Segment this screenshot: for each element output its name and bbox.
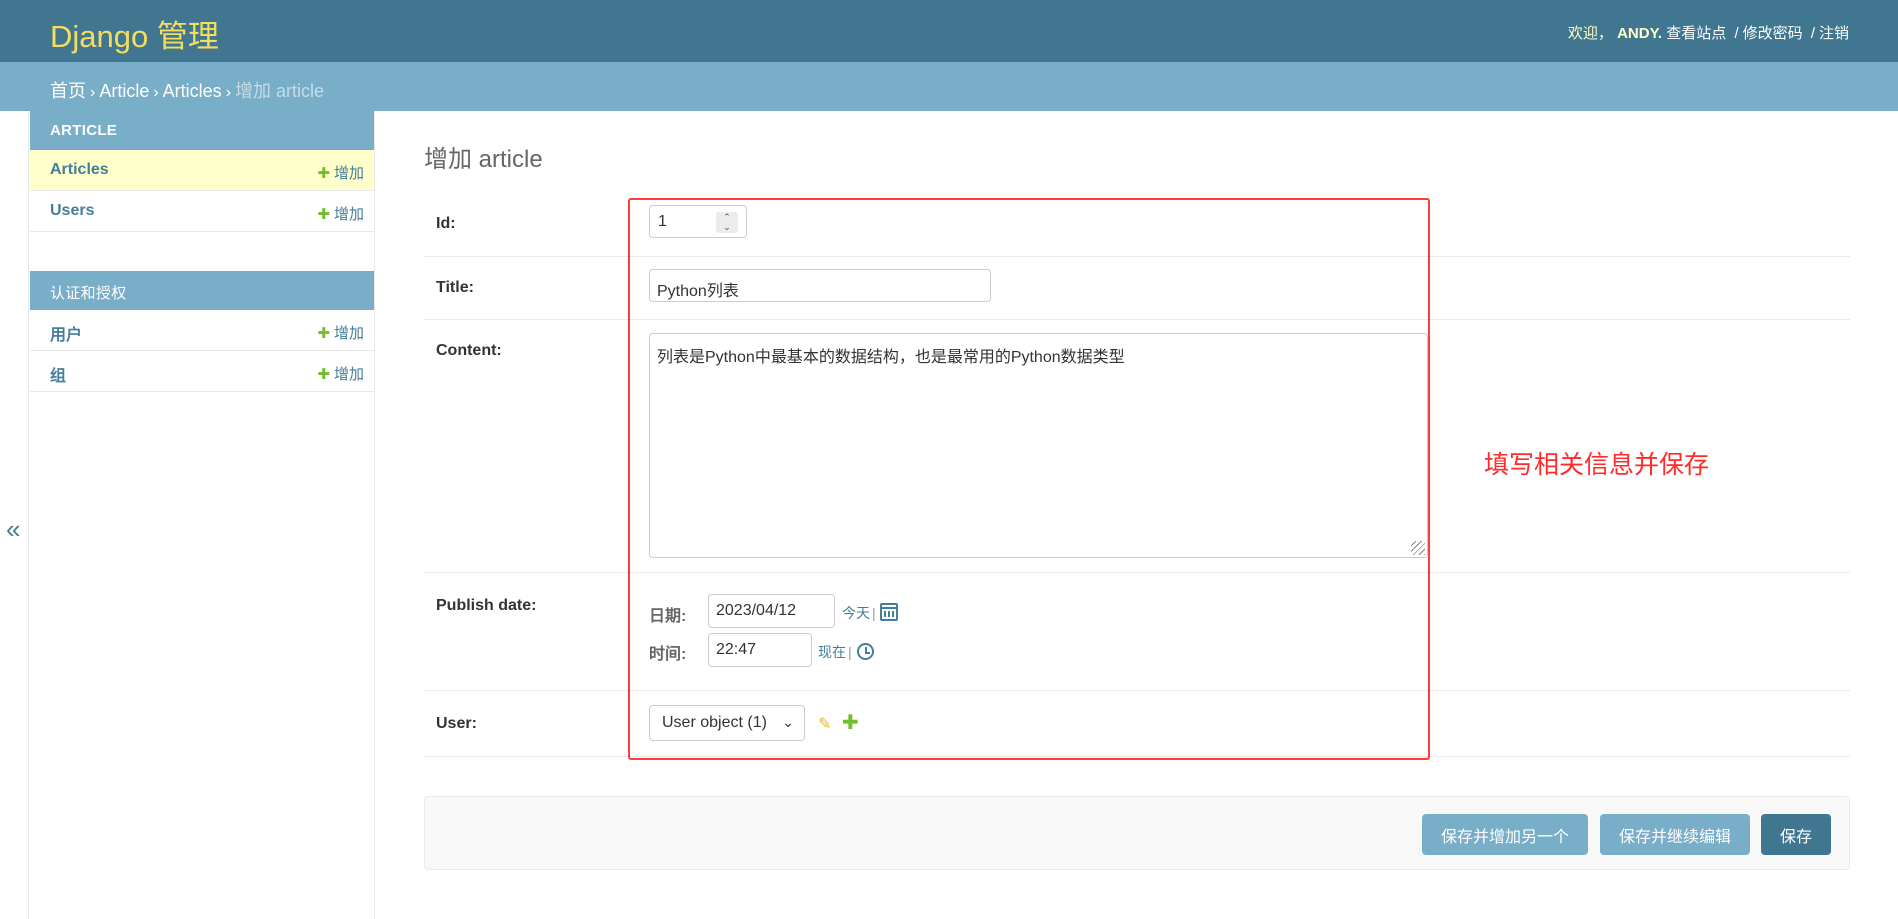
chevron-down-icon: ⌄ <box>782 714 794 730</box>
user-tools: 欢迎， ANDY. 查看站点 / 修改密码 / 注销 <box>1568 22 1849 43</box>
sidebar-item-label[interactable]: Users <box>50 202 94 219</box>
user-selected-value: User object (1) <box>662 714 767 731</box>
date-label: 日期: <box>649 608 687 625</box>
row-divider <box>424 690 1850 691</box>
date-input[interactable]: 2023/04/12 <box>708 594 835 628</box>
add-label: 增加 <box>333 325 364 342</box>
sidebar-item-label[interactable]: Articles <box>50 161 109 178</box>
shortcut-separator: | <box>872 605 876 621</box>
today-link[interactable]: 今天 <box>842 605 870 621</box>
add-label: 增加 <box>333 165 364 182</box>
calendar-icon[interactable] <box>880 603 898 621</box>
module-spacer <box>30 232 374 271</box>
id-value: 1 <box>658 213 667 230</box>
submit-row: 保存并增加另一个 保存并继续编辑 保存 <box>424 796 1850 870</box>
sidebar-item-label[interactable]: 组 <box>50 368 66 385</box>
separator: / <box>1810 25 1815 42</box>
annotation-text: 填写相关信息并保存 <box>1484 451 1710 479</box>
welcome-text: 欢迎， <box>1567 25 1613 42</box>
sidebar-item-users[interactable]: Users ✚ 增加 <box>30 191 374 232</box>
save-and-continue-button[interactable]: 保存并继续编辑 <box>1600 814 1750 855</box>
view-site-link[interactable]: 查看站点 <box>1666 25 1726 42</box>
add-related-plus-icon[interactable]: ✚ <box>842 710 859 735</box>
breadcrumb-separator: › <box>153 84 159 101</box>
spin-down-icon[interactable]: ⌄ <box>716 222 738 232</box>
add-icon: ✚ <box>317 325 330 342</box>
nav-sidebar: ARTICLE Articles ✚ 增加 Users ✚ 增加 认证和授权 用户 … <box>30 111 375 919</box>
content-label: Content: <box>436 342 502 359</box>
user-label: User: <box>436 715 477 732</box>
sidebar-add-link[interactable]: ✚ 增加 <box>317 203 364 224</box>
separator: / <box>1734 25 1739 42</box>
module-caption-article[interactable]: ARTICLE <box>30 111 374 150</box>
publish-date-label: Publish date: <box>436 597 537 614</box>
sidebar-item-groups[interactable]: 组 ✚ 增加 <box>30 351 374 392</box>
now-shortcut: 现在 | <box>818 642 852 662</box>
breadcrumb: 首页 › Article › Articles › 增加 article <box>0 62 1898 111</box>
breadcrumb-separator: › <box>90 84 96 101</box>
content-textarea[interactable]: 列表是Python中最基本的数据结构，也是最常用的Python数据类型 <box>649 333 1428 558</box>
title-input[interactable]: Python列表 <box>649 269 991 302</box>
nav-sidebar-toggle-column: « <box>0 111 29 919</box>
collapse-sidebar-icon[interactable]: « <box>6 516 20 542</box>
spin-up-icon[interactable]: ⌃ <box>716 212 738 222</box>
resize-handle-icon[interactable] <box>1411 541 1425 555</box>
id-number-input[interactable]: 1 ⌃ ⌄ <box>649 205 747 238</box>
sidebar-item-articles[interactable]: Articles ✚ 增加 <box>30 150 374 191</box>
time-label: 时间: <box>649 646 687 663</box>
title-label: Title: <box>436 279 474 296</box>
add-label: 增加 <box>333 206 364 223</box>
site-header: Django 管理 欢迎， ANDY. 查看站点 / 修改密码 / 注销 <box>0 0 1898 62</box>
add-icon: ✚ <box>317 165 330 182</box>
time-input[interactable]: 22:47 <box>708 633 812 667</box>
edit-related-pencil-icon[interactable]: ✎ <box>818 714 831 734</box>
breadcrumb-separator: › <box>225 84 232 101</box>
breadcrumb-app[interactable]: Article <box>99 81 149 101</box>
content-text: 列表是Python中最基本的数据结构，也是最常用的Python数据类型 <box>657 349 1125 366</box>
row-divider <box>424 256 1850 257</box>
add-label: 增加 <box>333 366 364 383</box>
breadcrumb-home[interactable]: 首页 <box>50 81 86 101</box>
id-label: Id: <box>436 215 456 232</box>
row-divider <box>424 756 1850 757</box>
sidebar-item-label[interactable]: 用户 <box>50 327 82 344</box>
now-link[interactable]: 现在 <box>818 644 846 660</box>
sidebar-add-link[interactable]: ✚ 增加 <box>317 162 364 183</box>
add-icon: ✚ <box>317 366 330 383</box>
user-select[interactable]: User object (1) ⌄ <box>649 705 805 741</box>
number-spinner[interactable]: ⌃ ⌄ <box>716 212 738 233</box>
breadcrumb-current: 增加 article <box>235 81 325 101</box>
logout-link[interactable]: 注销 <box>1819 25 1849 42</box>
page-title: 增加 article <box>424 146 543 173</box>
clock-icon[interactable] <box>857 643 874 660</box>
change-password-link[interactable]: 修改密码 <box>1743 25 1803 42</box>
save-and-add-another-button[interactable]: 保存并增加另一个 <box>1422 814 1588 855</box>
today-shortcut: 今天 | <box>842 603 876 623</box>
shortcut-separator: | <box>848 644 852 660</box>
sidebar-item-auth-users[interactable]: 用户 ✚ 增加 <box>30 310 374 351</box>
module-caption-auth[interactable]: 认证和授权 <box>30 271 374 310</box>
row-divider <box>424 572 1850 573</box>
save-button[interactable]: 保存 <box>1761 814 1831 855</box>
username: ANDY. <box>1617 25 1663 42</box>
sidebar-add-link[interactable]: ✚ 增加 <box>317 322 364 343</box>
site-brand[interactable]: Django 管理 <box>50 11 219 56</box>
row-divider <box>424 319 1850 320</box>
breadcrumb-model[interactable]: Articles <box>163 81 222 101</box>
add-icon: ✚ <box>317 206 330 223</box>
sidebar-add-link[interactable]: ✚ 增加 <box>317 363 364 384</box>
